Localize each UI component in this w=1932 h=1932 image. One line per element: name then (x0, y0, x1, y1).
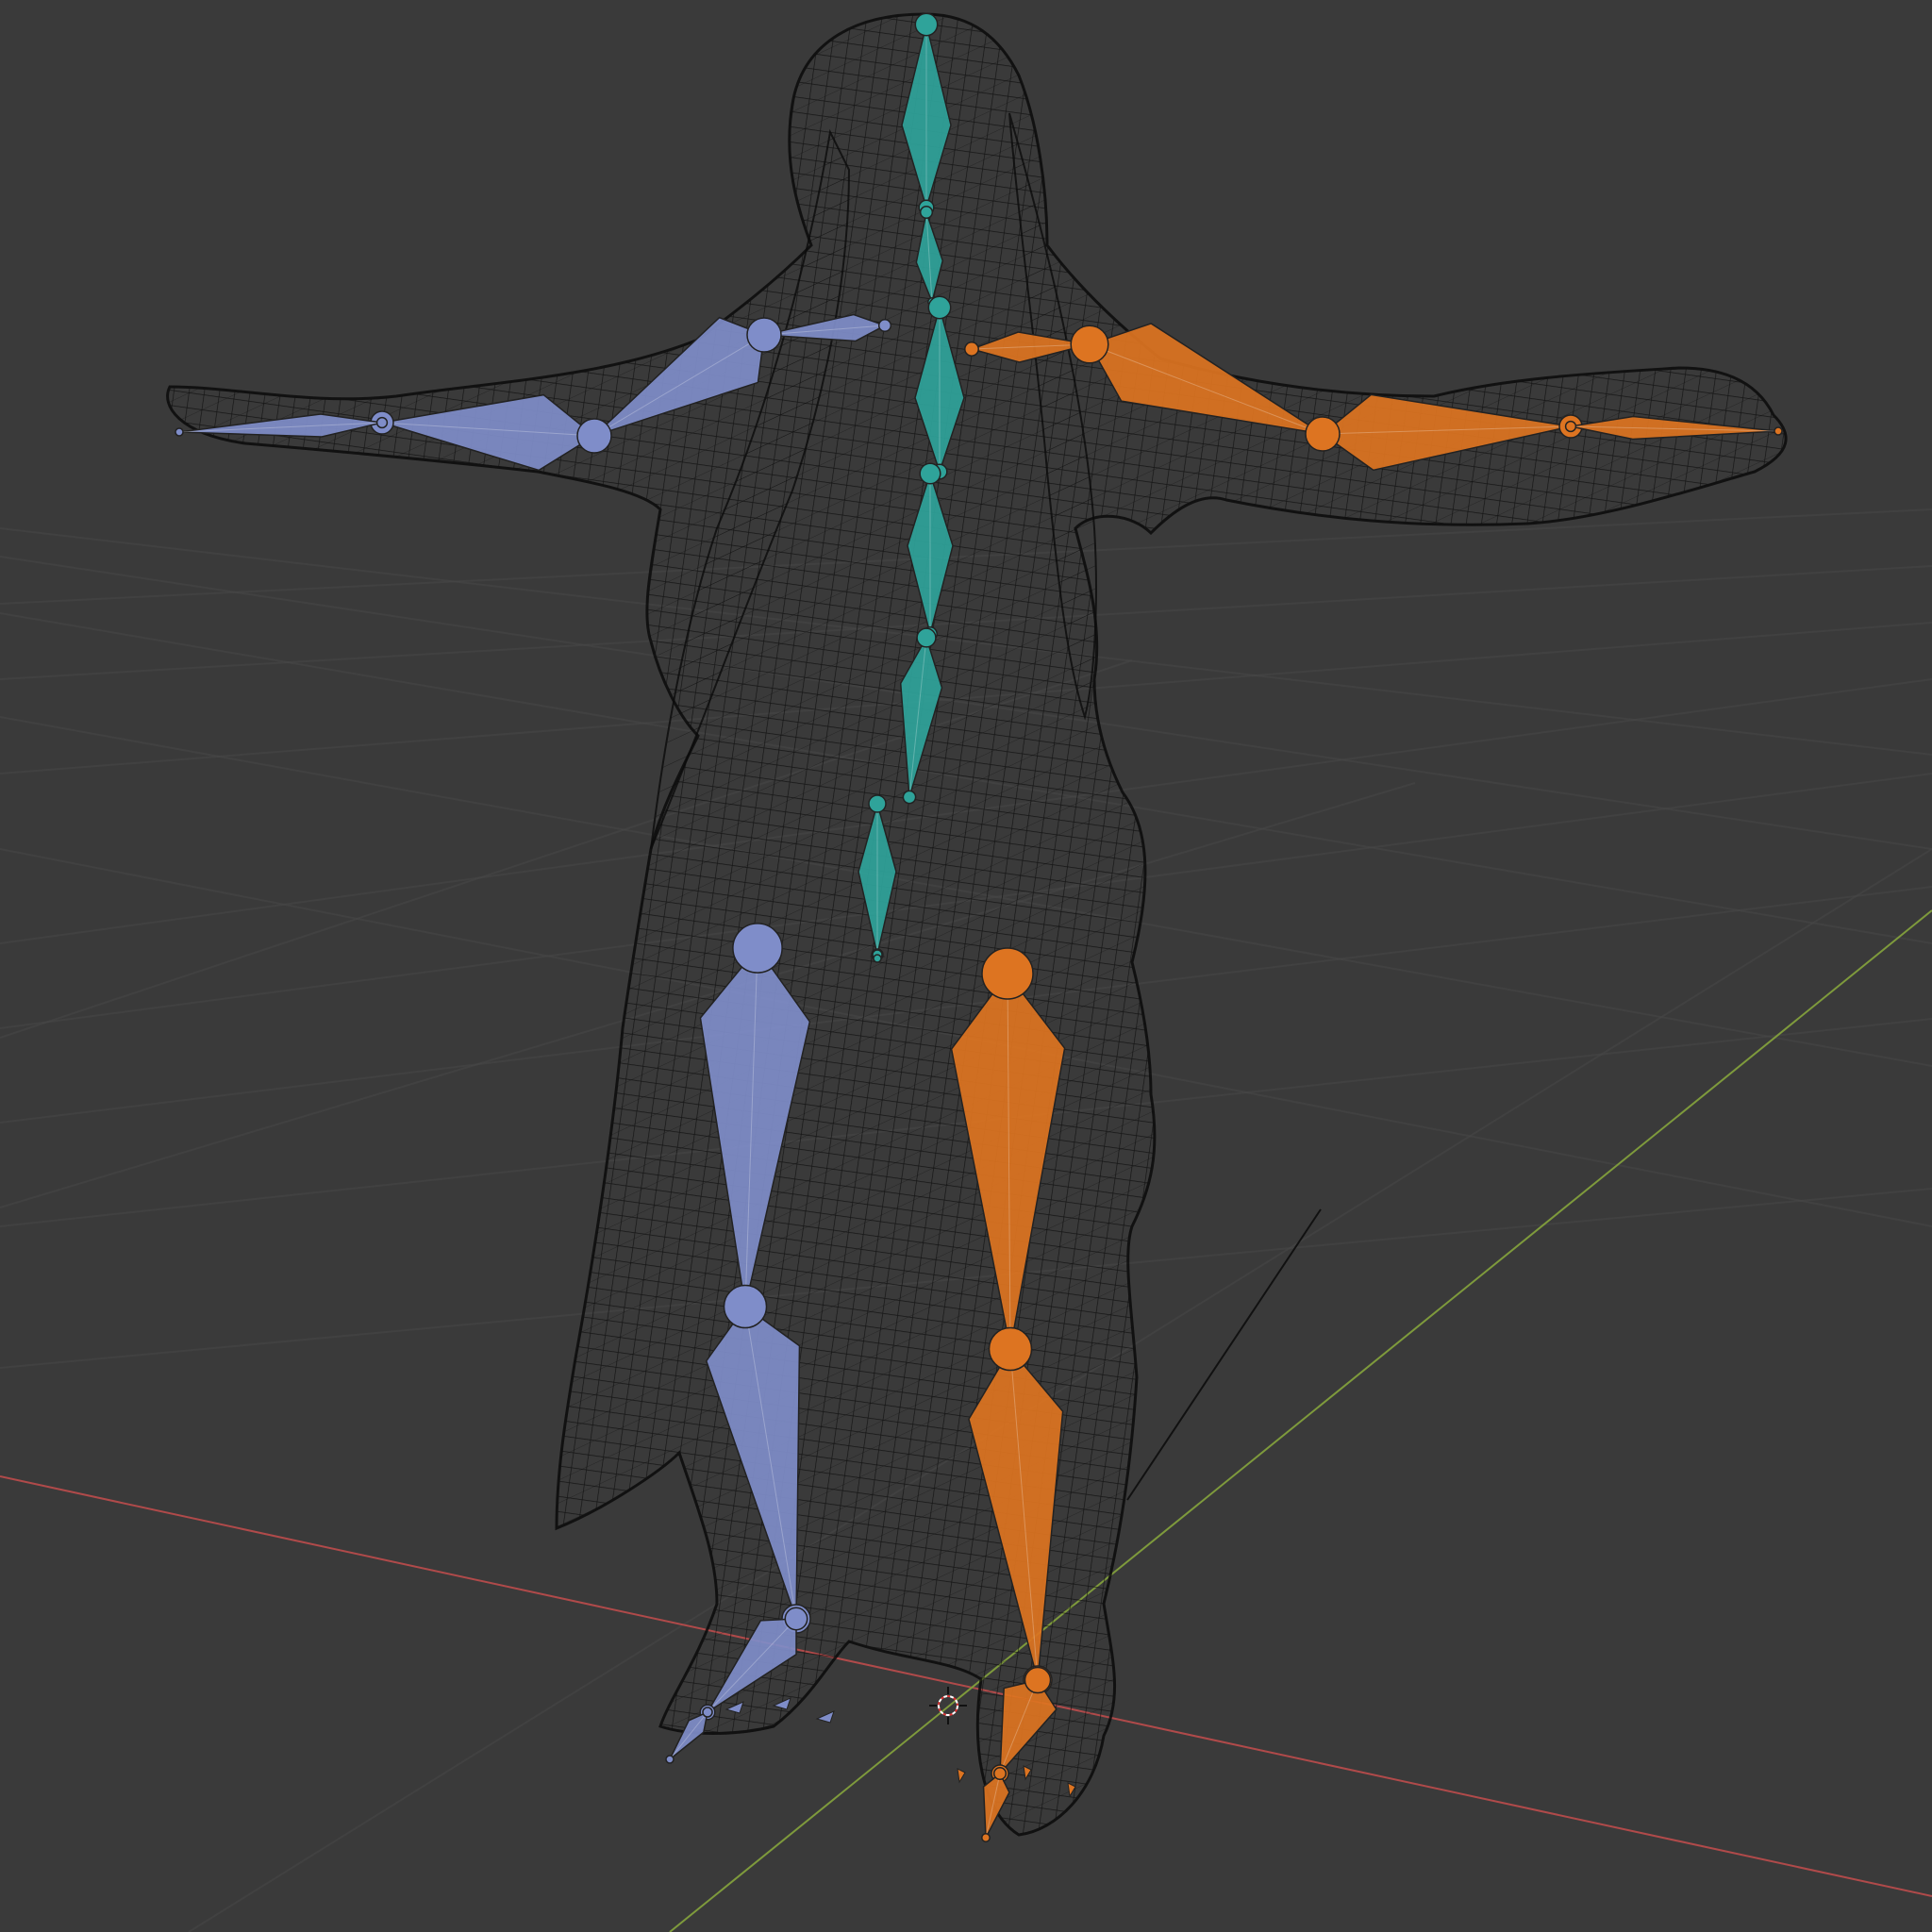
bone-hand-right-head-joint[interactable] (1564, 420, 1577, 433)
object-origin-line (1126, 1208, 1322, 1501)
3d-viewport[interactable] (0, 0, 1932, 1932)
bone-toe-left-tail-joint[interactable] (665, 1755, 675, 1764)
toe-bone-right-0[interactable] (957, 1768, 966, 1784)
bone-hand-left-tail-joint[interactable] (175, 427, 184, 437)
bone-foot-right-head-joint[interactable] (1024, 1666, 1052, 1694)
bone-head-head-joint[interactable] (914, 12, 939, 37)
bone-toe-right-tail-joint[interactable] (981, 1833, 991, 1842)
bone-upper-arm-right-head-joint[interactable] (1070, 325, 1109, 364)
bone-foot-left-head-joint[interactable] (784, 1607, 808, 1631)
bone-toe-right-head-joint[interactable] (992, 1766, 1008, 1781)
bone-toe-left-head-joint[interactable] (702, 1707, 713, 1718)
bone-hips[interactable] (869, 949, 886, 963)
bone-shin-right-head-joint[interactable] (988, 1326, 1033, 1372)
bone-thigh-left-head-joint[interactable] (732, 923, 783, 974)
mesh-body-wire-overlay (167, 14, 1787, 1835)
bone-shoulder-left-head-joint[interactable] (877, 318, 892, 333)
bone-forearm-right-head-joint[interactable] (1305, 416, 1341, 452)
bone-shoulder-right-head-joint[interactable] (964, 341, 979, 357)
bone-neck-head-joint[interactable] (919, 205, 934, 220)
bone-spine-head-joint[interactable] (916, 627, 937, 648)
bone-spine-tail-joint[interactable] (902, 790, 917, 805)
bone-hips-tail-joint[interactable] (873, 954, 882, 963)
bone-thigh-right-head-joint[interactable] (981, 947, 1034, 1000)
bone-upper-spine-head-joint[interactable] (919, 462, 941, 485)
bone-forearm-left-head-joint[interactable] (576, 418, 612, 454)
bone-hand-right-tail-joint[interactable] (1774, 426, 1783, 436)
bone-shin-left-head-joint[interactable] (723, 1284, 768, 1329)
character-wireframe-mesh[interactable] (166, 12, 1788, 1837)
bone-upper-arm-left-head-joint[interactable] (746, 317, 782, 353)
bone-hand-left-head-joint[interactable] (375, 416, 389, 429)
viewport-scene[interactable] (0, 0, 1932, 1932)
bone-chest-head-joint[interactable] (927, 295, 952, 320)
toe-bone-left-2[interactable] (815, 1710, 835, 1724)
bone-lower-spine-head-joint[interactable] (868, 794, 887, 813)
